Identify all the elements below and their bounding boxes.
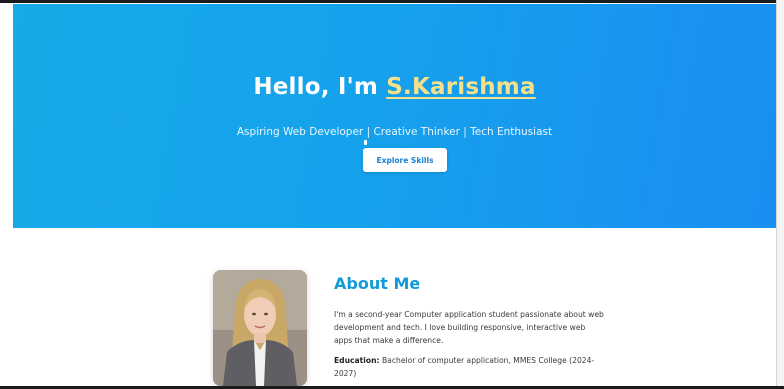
about-section: About Me I'm a second-year Computer appl…: [13, 228, 776, 386]
hero-greeting: Hello, I'm: [253, 74, 387, 100]
window-top-border: [0, 0, 784, 3]
hero-title: Hello, I'm S.Karishma: [13, 74, 776, 100]
hero-section: Hello, I'm S.Karishma Aspiring Web Devel…: [13, 4, 776, 228]
mouse-cursor-icon: [364, 140, 367, 145]
about-title: About Me: [334, 274, 421, 293]
profile-photo: [213, 270, 307, 386]
about-education: Education: Bachelor of computer applicat…: [334, 354, 604, 380]
scrollbar-track[interactable]: [776, 0, 784, 389]
page-frame: Hello, I'm S.Karishma Aspiring Web Devel…: [0, 0, 784, 389]
about-bio: I'm a second-year Computer application s…: [334, 310, 604, 345]
explore-skills-button[interactable]: Explore Skills: [363, 148, 447, 172]
hero-name-link[interactable]: S.Karishma: [386, 74, 535, 100]
hero-tagline: Aspiring Web Developer | Creative Thinke…: [236, 126, 553, 138]
education-label: Education:: [334, 356, 380, 365]
portrait-image-icon: [213, 270, 307, 386]
